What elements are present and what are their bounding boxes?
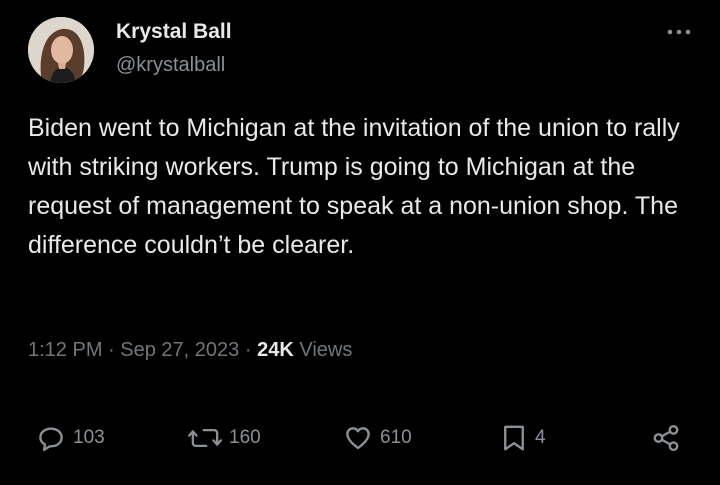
repost-icon [188, 423, 222, 453]
tweet-time[interactable]: 1:12 PM [28, 339, 102, 361]
bookmark-count: 4 [535, 427, 546, 448]
tweet-date[interactable]: Sep 27, 2023 [120, 339, 239, 361]
like-button[interactable]: 610 [343, 420, 412, 456]
reply-count: 103 [73, 427, 105, 448]
more-horizontal-icon[interactable] [664, 22, 694, 42]
tweet-card: Krystal Ball @krystalball Biden went to … [0, 0, 720, 485]
like-count: 610 [380, 427, 412, 448]
share-icon [651, 423, 681, 453]
share-button[interactable] [651, 420, 681, 456]
tweet-text: Biden went to Michigan at the invitation… [28, 114, 680, 259]
meta-separator: · [244, 339, 252, 361]
views-count: 24K [257, 339, 294, 361]
bookmark-button[interactable]: 4 [500, 420, 546, 456]
author-name[interactable]: Krystal Ball [116, 20, 232, 44]
repost-count: 160 [229, 427, 261, 448]
avatar[interactable] [28, 17, 94, 83]
tweet-metadata: 1:12 PM · Sep 27, 2023 · 24K Views [28, 339, 352, 362]
action-bar: 103 160 610 4 [0, 420, 720, 456]
bookmark-icon [500, 423, 528, 453]
repost-button[interactable]: 160 [188, 420, 261, 456]
reply-button[interactable]: 103 [36, 420, 105, 456]
heart-icon [343, 423, 373, 453]
reply-icon [36, 423, 66, 453]
author-handle[interactable]: @krystalball [116, 54, 225, 77]
views-label: Views [299, 339, 353, 361]
meta-separator: · [108, 339, 115, 361]
